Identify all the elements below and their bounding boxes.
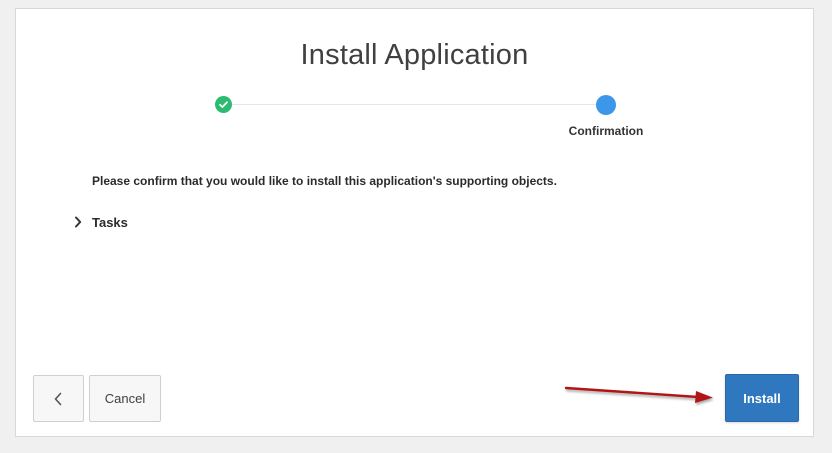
back-button[interactable] <box>33 375 84 422</box>
dialog-title: Install Application <box>300 39 529 71</box>
check-icon <box>219 101 228 108</box>
chevron-right-icon <box>75 216 82 228</box>
wizard-step-complete <box>215 96 232 113</box>
confirmation-message: Please confirm that you would like to in… <box>92 174 557 188</box>
wizard-step-label: Confirmation <box>568 124 644 138</box>
wizard-progress-line <box>223 104 605 105</box>
annotation-arrow-icon <box>564 386 713 403</box>
chevron-left-icon <box>54 392 62 406</box>
cancel-button[interactable]: Cancel <box>89 375 161 422</box>
wizard-step-current <box>596 95 616 115</box>
install-button[interactable]: Install <box>725 374 799 422</box>
tasks-label: Tasks <box>92 214 128 230</box>
install-application-dialog: Install Application Confirmation Please … <box>15 8 814 437</box>
tasks-collapsible-toggle[interactable]: Tasks <box>74 212 128 232</box>
